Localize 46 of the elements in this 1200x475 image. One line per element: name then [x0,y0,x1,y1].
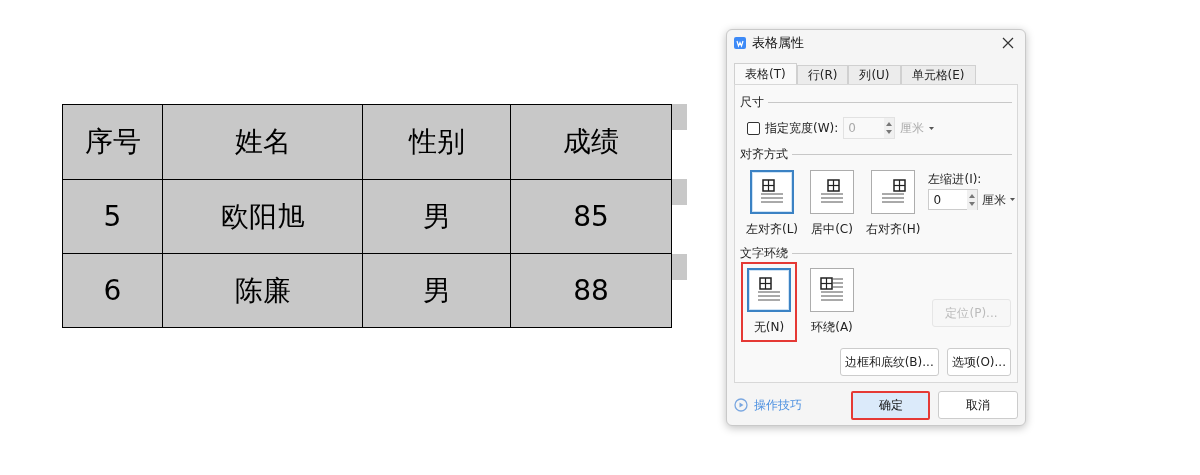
table-cell-text: 5 [102,198,123,235]
tab[interactable]: 列(U) [848,65,901,84]
table-cell: 陈廉 [162,254,362,327]
table-cell: 欧阳旭 [162,180,362,253]
tab[interactable]: 表格(T) [734,63,797,84]
header-cell: 成绩 [510,105,671,179]
tab[interactable]: 行(R) [796,65,849,84]
checkbox[interactable] [747,121,760,135]
layout-option[interactable] [810,268,854,312]
cancel-button[interactable]: 取消 [938,391,1018,419]
tab[interactable]: 单元格(E) [900,65,976,84]
unit-label: 厘米 [900,120,925,137]
indent-field[interactable]: 0 [928,189,979,210]
caret-icon[interactable] [1010,198,1016,201]
app-logo-icon [734,37,746,49]
header-cell: 姓名 [162,105,362,179]
play-icon [734,398,748,412]
option-label: 居中(C) [811,221,853,238]
layout-option[interactable] [871,170,916,214]
table-cell-text: 6 [102,272,123,309]
table-cell: 85 [510,180,671,253]
unit-label: 厘米 [982,191,1007,209]
option-label: 无(N) [753,319,785,336]
dialog-button[interactable]: 边框和底纹(B)... [839,348,939,376]
layout-option[interactable] [810,170,855,214]
table-cell: 男 [362,254,510,327]
ok-button[interactable]: 确定 [851,390,930,420]
layout-option[interactable] [750,170,795,214]
option-label: 左对齐(L) [746,221,799,238]
indent-label: 左缩进(I): [928,171,983,188]
section-heading: 文字环绕 [740,245,788,262]
spinner-icon[interactable] [967,189,978,210]
option-label: 右对齐(H) [866,221,921,238]
section-heading: 尺寸 [740,94,764,111]
caret-icon[interactable] [929,126,935,130]
option-label: 环绕(A) [811,319,853,336]
header-cell: 性别 [362,105,510,179]
table-cell: 男 [362,180,510,253]
checkbox-label: 指定宽度(W): [765,120,839,137]
window-title: 表格属性 [752,34,804,53]
layout-option[interactable] [747,268,791,312]
section-heading: 对齐方式 [740,146,788,163]
header-cell-text: 序号 [83,124,142,160]
dialog-button[interactable]: 选项(O)... [946,348,1011,376]
table-cell: 88 [510,254,671,327]
close-icon[interactable] [1002,37,1014,49]
